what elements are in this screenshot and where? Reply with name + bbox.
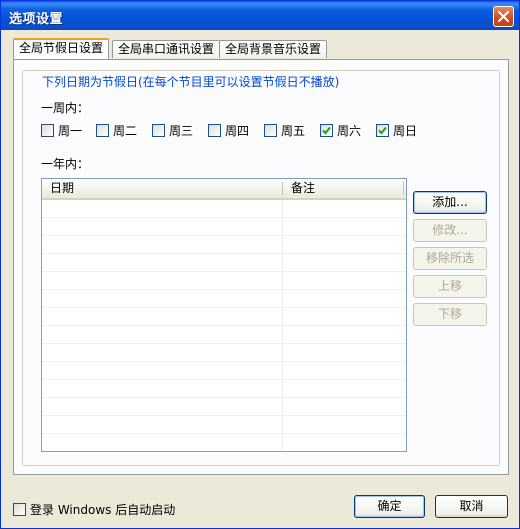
table-row[interactable] <box>42 200 406 218</box>
holiday-list[interactable]: 日期 备注 <box>41 178 407 452</box>
checkbox-tue-label: 周二 <box>113 123 138 138</box>
move-up-button[interactable]: 上移 <box>413 275 487 298</box>
autostart-label: 登录 Windows 后自动启动 <box>30 502 176 517</box>
table-row[interactable] <box>42 362 406 380</box>
ok-button[interactable]: 确定 <box>354 495 425 518</box>
checkbox-sat-label: 周六 <box>337 123 362 138</box>
tab-holiday-settings[interactable]: 全局节假日设置 <box>13 38 110 59</box>
table-row[interactable] <box>42 398 406 416</box>
table-row[interactable] <box>42 326 406 344</box>
checkbox-mon[interactable]: 周一 <box>41 122 82 138</box>
year-label: 一年内： <box>41 157 90 171</box>
window-title: 选项设置 <box>9 12 64 27</box>
table-row[interactable] <box>42 344 406 362</box>
add-button[interactable]: 添加... <box>413 191 487 214</box>
checkbox-wed[interactable]: 周三 <box>152 122 193 138</box>
checkbox-tue[interactable]: 周二 <box>96 122 137 138</box>
week-label: 一周内： <box>41 101 90 115</box>
column-separator[interactable] <box>403 182 404 195</box>
table-row[interactable] <box>42 290 406 308</box>
checkbox-mon-label: 周一 <box>58 123 83 138</box>
title-bar[interactable]: 选项设置 <box>1 1 519 30</box>
table-row[interactable] <box>42 308 406 326</box>
table-row[interactable] <box>42 236 406 254</box>
options-dialog: 选项设置 全局节假日设置 全局串口通讯设置 全局背景音乐设置 下列日期为节假日(… <box>0 0 520 529</box>
checkbox-fri[interactable]: 周五 <box>264 122 305 138</box>
autostart-checkbox[interactable]: 登录 Windows 后自动启动 <box>13 501 175 517</box>
column-header-note[interactable]: 备注 <box>283 179 403 198</box>
checkbox-fri-label: 周五 <box>281 123 306 138</box>
table-row[interactable] <box>42 218 406 236</box>
table-row[interactable] <box>42 254 406 272</box>
table-row[interactable] <box>42 416 406 434</box>
remove-selected-button[interactable]: 移除所选 <box>413 247 487 270</box>
check-icon <box>322 126 331 134</box>
tab-music-settings[interactable]: 全局背景音乐设置 <box>219 40 328 58</box>
group-legend: 下列日期为节假日(在每个节目里可以设置节假日不播放) <box>39 73 343 90</box>
table-row[interactable] <box>42 380 406 398</box>
move-down-button[interactable]: 下移 <box>413 303 487 326</box>
close-icon <box>498 11 509 22</box>
column-header-date[interactable]: 日期 <box>42 179 282 198</box>
edit-button[interactable]: 修改... <box>413 219 487 242</box>
close-button[interactable] <box>493 6 514 27</box>
checkbox-thu-label: 周四 <box>225 123 250 138</box>
checkbox-sat[interactable]: 周六 <box>320 122 361 138</box>
tab-serial-settings[interactable]: 全局串口通讯设置 <box>112 40 221 58</box>
checkbox-wed-label: 周三 <box>169 123 194 138</box>
checkbox-sun[interactable]: 周日 <box>376 122 417 138</box>
check-icon <box>378 126 387 134</box>
checkbox-sun-label: 周日 <box>393 123 418 138</box>
checkbox-thu[interactable]: 周四 <box>208 122 249 138</box>
list-header: 日期 备注 <box>42 179 406 200</box>
cancel-button[interactable]: 取消 <box>435 495 508 518</box>
table-row[interactable] <box>42 434 406 451</box>
table-row[interactable] <box>42 272 406 290</box>
